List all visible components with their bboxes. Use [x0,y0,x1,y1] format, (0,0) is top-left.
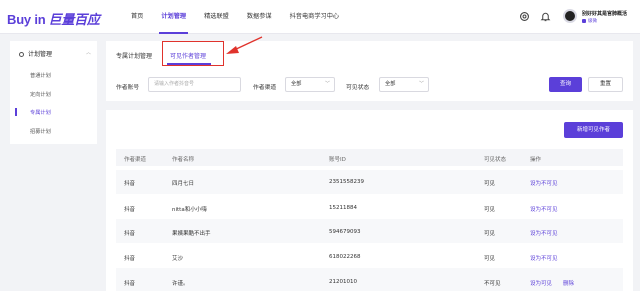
author-account-input[interactable]: 请输入作者抖音号 [148,77,241,92]
row-channel: 抖音 [124,207,136,213]
sidebar-item-exclusive-plan[interactable]: 专属计划 [30,109,51,116]
sidebar-active-indicator [15,108,17,116]
row-author-name: 四月七日 [172,181,195,187]
user-level-badge: 级微 [582,18,597,24]
chevron-down-icon: ﹀ [324,81,330,87]
avatar[interactable] [563,9,577,23]
nav-item-data-advisor[interactable]: 数据参谋 [247,0,272,34]
top-navbar: Buy in 巨量百应 首页 计划管理 精选联盟 数据参谋 抖音电商学习中心 别好… [0,0,640,34]
query-button[interactable]: 查询 [549,77,582,92]
chevron-down-icon: ﹀ [418,81,424,87]
row-channel: 抖音 [124,281,136,287]
row-author-name: 艾沙 [172,256,184,262]
add-visible-author-button[interactable]: 新增可见作者 [564,122,623,138]
row-account-id: 15211884 [329,205,357,211]
nav-item-learning-center[interactable]: 抖音电商学习中心 [290,0,340,34]
row-account-id: 21201010 [329,279,357,285]
visible-status-label: 可见状态 [346,85,370,91]
row-account-id: 594679093 [329,229,361,235]
row-visible-status: 可见 [484,181,496,187]
author-channel-label: 作者渠道 [253,85,277,91]
logo[interactable]: Buy in 巨量百应 [7,9,100,28]
column-header-account-id: 账号ID [329,157,346,163]
column-header-channel: 作者渠道 [124,157,147,163]
row-visible-status: 可见 [484,231,496,237]
sidebar-group-plan-management[interactable]: 计划管理 [19,49,52,58]
column-header-author-name: 作者名称 [172,157,195,163]
row-channel: 抖音 [124,256,136,262]
set-invisible-link[interactable]: 设为不可见 [530,229,558,237]
row-author-name: 许谨。 [172,281,189,287]
sidebar-item-normal-plan[interactable]: 普通计划 [30,72,51,79]
visible-status-select[interactable]: 全部 ﹀ [379,77,429,92]
sidebar-item-recruit-plan[interactable]: 招募计划 [30,128,51,135]
author-account-label: 作者账号 [116,85,140,91]
bell-icon[interactable] [540,11,551,22]
set-invisible-link[interactable]: 设为不可见 [530,205,558,213]
row-account-id: 618022268 [329,254,361,260]
sidebar: 计划管理 ︿ 普通计划 定向计划 专属计划 招募计划 [10,41,97,144]
chevron-up-icon[interactable]: ︿ [86,49,91,56]
set-invisible-link[interactable]: 设为不可见 [530,254,558,262]
author-channel-select[interactable]: 全部 ﹀ [285,77,335,92]
nav-item-home[interactable]: 首页 [131,0,143,34]
nav-item-plan-management[interactable]: 计划管理 [159,0,188,34]
settings-icon[interactable] [519,11,530,22]
set-invisible-link[interactable]: 设为不可见 [530,179,558,187]
row-author-name: 果姨果酷不出手 [172,231,211,237]
annotation-highlight-box [162,41,224,66]
row-account-id: 2351558239 [329,179,364,185]
row-visible-status: 不可见 [484,281,501,287]
sidebar-item-targeted-plan[interactable]: 定向计划 [30,91,51,98]
reset-button[interactable]: 重置 [588,77,623,92]
column-header-actions: 操作 [530,157,542,163]
row-visible-status: 可见 [484,256,496,262]
nav-item-selected-alliance[interactable]: 精选联盟 [204,0,229,34]
row-channel: 抖音 [124,231,136,237]
delete-link[interactable]: 删除 [563,279,574,287]
row-author-name: nitta和小小嗨 [172,207,207,213]
row-channel: 抖音 [124,181,136,187]
set-visible-link[interactable]: 设为可见 [530,279,552,287]
main-nav: 首页 计划管理 精选联盟 数据参谋 抖音电商学习中心 [131,0,357,34]
column-header-visible-status: 可见状态 [484,157,507,163]
row-visible-status: 可见 [484,207,496,213]
user-name[interactable]: 别好好其是官肺概活 [582,10,627,17]
plan-icon [19,51,24,57]
tab-exclusive-plan-management[interactable]: 专属计划管理 [116,51,152,60]
